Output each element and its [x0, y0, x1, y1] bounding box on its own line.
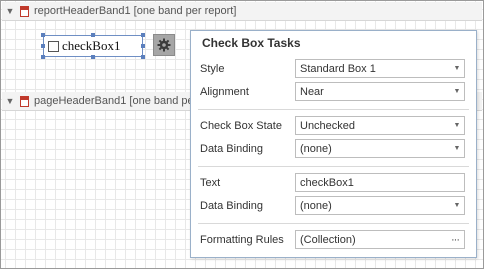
report-header-band-label: reportHeaderBand1 [one band per report]: [34, 5, 237, 17]
dropdown-arrow-icon[interactable]: ▼: [450, 65, 464, 72]
resize-handle[interactable]: [41, 44, 45, 48]
formatting-rules-value: (Collection): [300, 233, 356, 246]
state-data-binding-value: (none): [300, 142, 332, 155]
dropdown-arrow-icon[interactable]: ▼: [450, 145, 464, 152]
formatting-rules-editor[interactable]: (Collection) ···: [295, 230, 465, 249]
collapse-band-icon[interactable]: ▼: [2, 96, 18, 106]
checkbox-glyph: [48, 40, 59, 52]
text-input[interactable]: checkBox1: [295, 173, 465, 192]
resize-handle[interactable]: [141, 55, 145, 59]
text-data-binding-value: (none): [300, 199, 332, 212]
collapse-band-icon[interactable]: ▼: [2, 6, 18, 16]
alignment-label: Alignment: [200, 86, 249, 98]
state-data-binding-dropdown[interactable]: (none) ▼: [295, 139, 465, 158]
state-data-binding-label: Data Binding: [200, 143, 263, 155]
dropdown-arrow-icon[interactable]: ▼: [450, 202, 464, 209]
resize-handle[interactable]: [91, 55, 95, 59]
ellipsis-button[interactable]: ···: [446, 234, 464, 246]
check-box-tasks-panel: Check Box Tasks Style Standard Box 1 ▼ A…: [190, 30, 477, 258]
panel-title: Check Box Tasks: [202, 36, 301, 50]
style-value: Standard Box 1: [300, 62, 376, 75]
style-label: Style: [200, 63, 225, 75]
resize-handle[interactable]: [41, 55, 45, 59]
dropdown-arrow-icon[interactable]: ▼: [450, 88, 464, 95]
report-designer-surface[interactable]: ▼ reportHeaderBand1 [one band per report…: [0, 0, 484, 269]
divider: [198, 223, 469, 224]
checkbox-label: checkBox1: [62, 38, 121, 53]
divider: [198, 109, 469, 110]
text-label: Text: [200, 177, 221, 189]
checkbox-control[interactable]: checkBox1: [43, 35, 143, 57]
resize-handle[interactable]: [41, 33, 45, 37]
resize-handle[interactable]: [141, 33, 145, 37]
gear-icon: [157, 38, 171, 52]
check-box-state-dropdown[interactable]: Unchecked ▼: [295, 116, 465, 135]
alignment-dropdown[interactable]: Near ▼: [295, 82, 465, 101]
check-box-state-label: Check Box State: [200, 120, 282, 132]
text-data-binding-dropdown[interactable]: (none) ▼: [295, 196, 465, 215]
band-icon: [20, 95, 29, 107]
formatting-rules-label: Formatting Rules: [200, 234, 284, 246]
text-value: checkBox1: [300, 176, 354, 189]
smart-tag-button[interactable]: [153, 34, 175, 56]
band-icon: [20, 5, 29, 17]
style-dropdown[interactable]: Standard Box 1 ▼: [295, 59, 465, 78]
text-data-binding-label: Data Binding: [200, 200, 263, 212]
resize-handle[interactable]: [91, 33, 95, 37]
divider: [198, 166, 469, 167]
dropdown-arrow-icon[interactable]: ▼: [450, 122, 464, 129]
resize-handle[interactable]: [141, 44, 145, 48]
check-box-state-value: Unchecked: [300, 119, 356, 132]
alignment-value: Near: [300, 85, 324, 98]
report-header-band-strip[interactable]: ▼ reportHeaderBand1 [one band per report…: [2, 2, 482, 21]
